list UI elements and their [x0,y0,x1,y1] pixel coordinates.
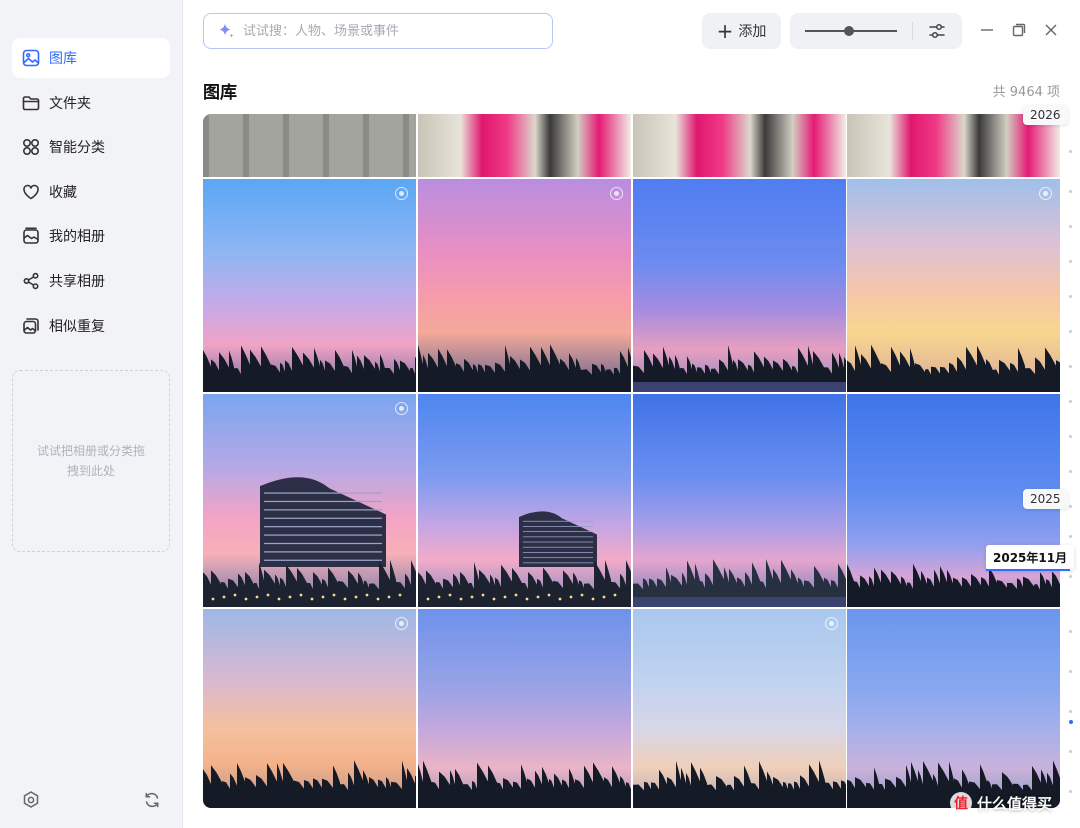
photo-thumbnail[interactable] [418,114,631,177]
watermark-logo-icon: 值 [950,792,972,814]
sidebar-item-folders[interactable]: 文件夹 [12,83,170,123]
filter-settings-icon[interactable] [927,21,947,41]
live-photo-icon [395,187,408,200]
album-icon [23,227,39,245]
timeline-dot[interactable] [1069,365,1072,368]
timeline-dot[interactable] [1069,295,1072,298]
photo-thumbnail[interactable] [203,394,416,607]
minimize-icon[interactable] [979,22,995,38]
plus-icon: + [716,19,734,43]
sidebar-item-gallery[interactable]: 图库 [12,38,170,78]
sidebar-item-label: 我的相册 [49,229,105,246]
page-title: 图库 [203,83,237,103]
search-bar[interactable] [203,13,553,49]
photo-grid [203,114,1060,808]
photo-thumbnail[interactable] [203,179,416,392]
zoom-control [790,13,962,49]
year-tag[interactable]: 2025 [1023,489,1068,509]
watermark: 值 什么值得买 [950,792,1052,814]
sidebar-item-label: 图库 [49,51,77,67]
share-icon [23,272,39,290]
zoom-divider [912,22,913,40]
live-photo-icon [610,187,623,200]
timeline-dot[interactable] [1069,750,1072,753]
watermark-text: 什么值得买 [977,794,1053,813]
photo-thumbnail[interactable] [633,179,846,392]
timeline-dot[interactable] [1069,710,1072,713]
duplicate-icon [23,317,39,334]
sidebar-item-label: 收藏 [49,184,77,201]
drop-zone-hint: 试试把相册或分类拖拽到此处 [36,444,145,478]
sidebar-nav: 图库 文件夹 智能分类 收藏 我的相册 共享相册 相似重复 [12,38,170,350]
sync-icon[interactable] [142,790,162,810]
item-count: 共 9464 项 [992,85,1060,100]
timeline-dot[interactable] [1069,435,1072,438]
photo-thumbnail[interactable] [847,609,1060,808]
live-photo-icon [395,617,408,630]
timeline-dot[interactable] [1069,150,1072,153]
add-button[interactable]: + 添加 [702,13,781,49]
year-tag[interactable]: 2026 [1023,105,1068,125]
sparkle-icon [219,23,234,38]
sidebar-item-similar-duplicates[interactable]: 相似重复 [12,306,170,346]
timeline-scrubber[interactable] [1062,110,1080,810]
search-input[interactable] [243,23,533,39]
photo-thumbnail[interactable] [633,609,846,808]
timeline-dot[interactable] [1069,535,1072,538]
sidebar-item-label: 相似重复 [49,318,105,335]
timeline-dot[interactable] [1069,670,1072,673]
close-icon[interactable] [1043,22,1059,38]
timeline-dot[interactable] [1069,400,1072,403]
timeline-position-indicator [1068,720,1073,724]
heart-icon [23,184,39,200]
album-drop-zone[interactable]: 试试把相册或分类拖拽到此处 [12,370,170,552]
sidebar-item-label: 共享相册 [49,273,105,290]
timeline-dot[interactable] [1069,225,1072,228]
restore-icon[interactable] [1011,22,1027,38]
sidebar-item-label: 智能分类 [49,140,105,157]
current-month-tag: 2025年11月 [986,545,1075,570]
sidebar: 图库 文件夹 智能分类 收藏 我的相册 共享相册 相似重复 试试把相册或分类拖拽… [0,0,183,828]
timeline-dot[interactable] [1069,190,1072,193]
sidebar-item-smart-categories[interactable]: 智能分类 [12,127,170,167]
photo-thumbnail[interactable] [418,609,631,808]
live-photo-icon [825,617,838,630]
sidebar-item-my-albums[interactable]: 我的相册 [12,216,170,256]
current-month-indicator [986,569,1070,571]
image-icon [22,49,40,67]
photo-thumbnail[interactable] [418,394,631,607]
timeline-dot[interactable] [1069,260,1072,263]
folder-icon [22,95,40,110]
photo-thumbnail[interactable] [847,179,1060,392]
timeline-dot[interactable] [1069,470,1072,473]
zoom-slider-thumb[interactable] [844,26,855,36]
live-photo-icon [1039,187,1052,200]
sidebar-item-label: 文件夹 [49,95,91,112]
timeline-dot[interactable] [1069,330,1072,333]
sidebar-item-shared-albums[interactable]: 共享相册 [12,261,170,301]
photo-thumbnail[interactable] [633,114,846,177]
photo-thumbnail[interactable] [203,114,416,177]
photo-thumbnail[interactable] [418,179,631,392]
sidebar-item-favorites[interactable]: 收藏 [12,172,170,212]
photo-thumbnail[interactable] [203,609,416,808]
timeline-dot[interactable] [1069,505,1072,508]
timeline-dot[interactable] [1069,790,1072,793]
add-button-label: 添加 [738,24,767,40]
grid-icon [22,139,40,156]
timeline-dot[interactable] [1069,575,1072,578]
settings-icon[interactable] [21,790,41,810]
live-photo-icon [395,402,408,415]
timeline-dot[interactable] [1069,630,1072,633]
photo-thumbnail[interactable] [633,394,846,607]
